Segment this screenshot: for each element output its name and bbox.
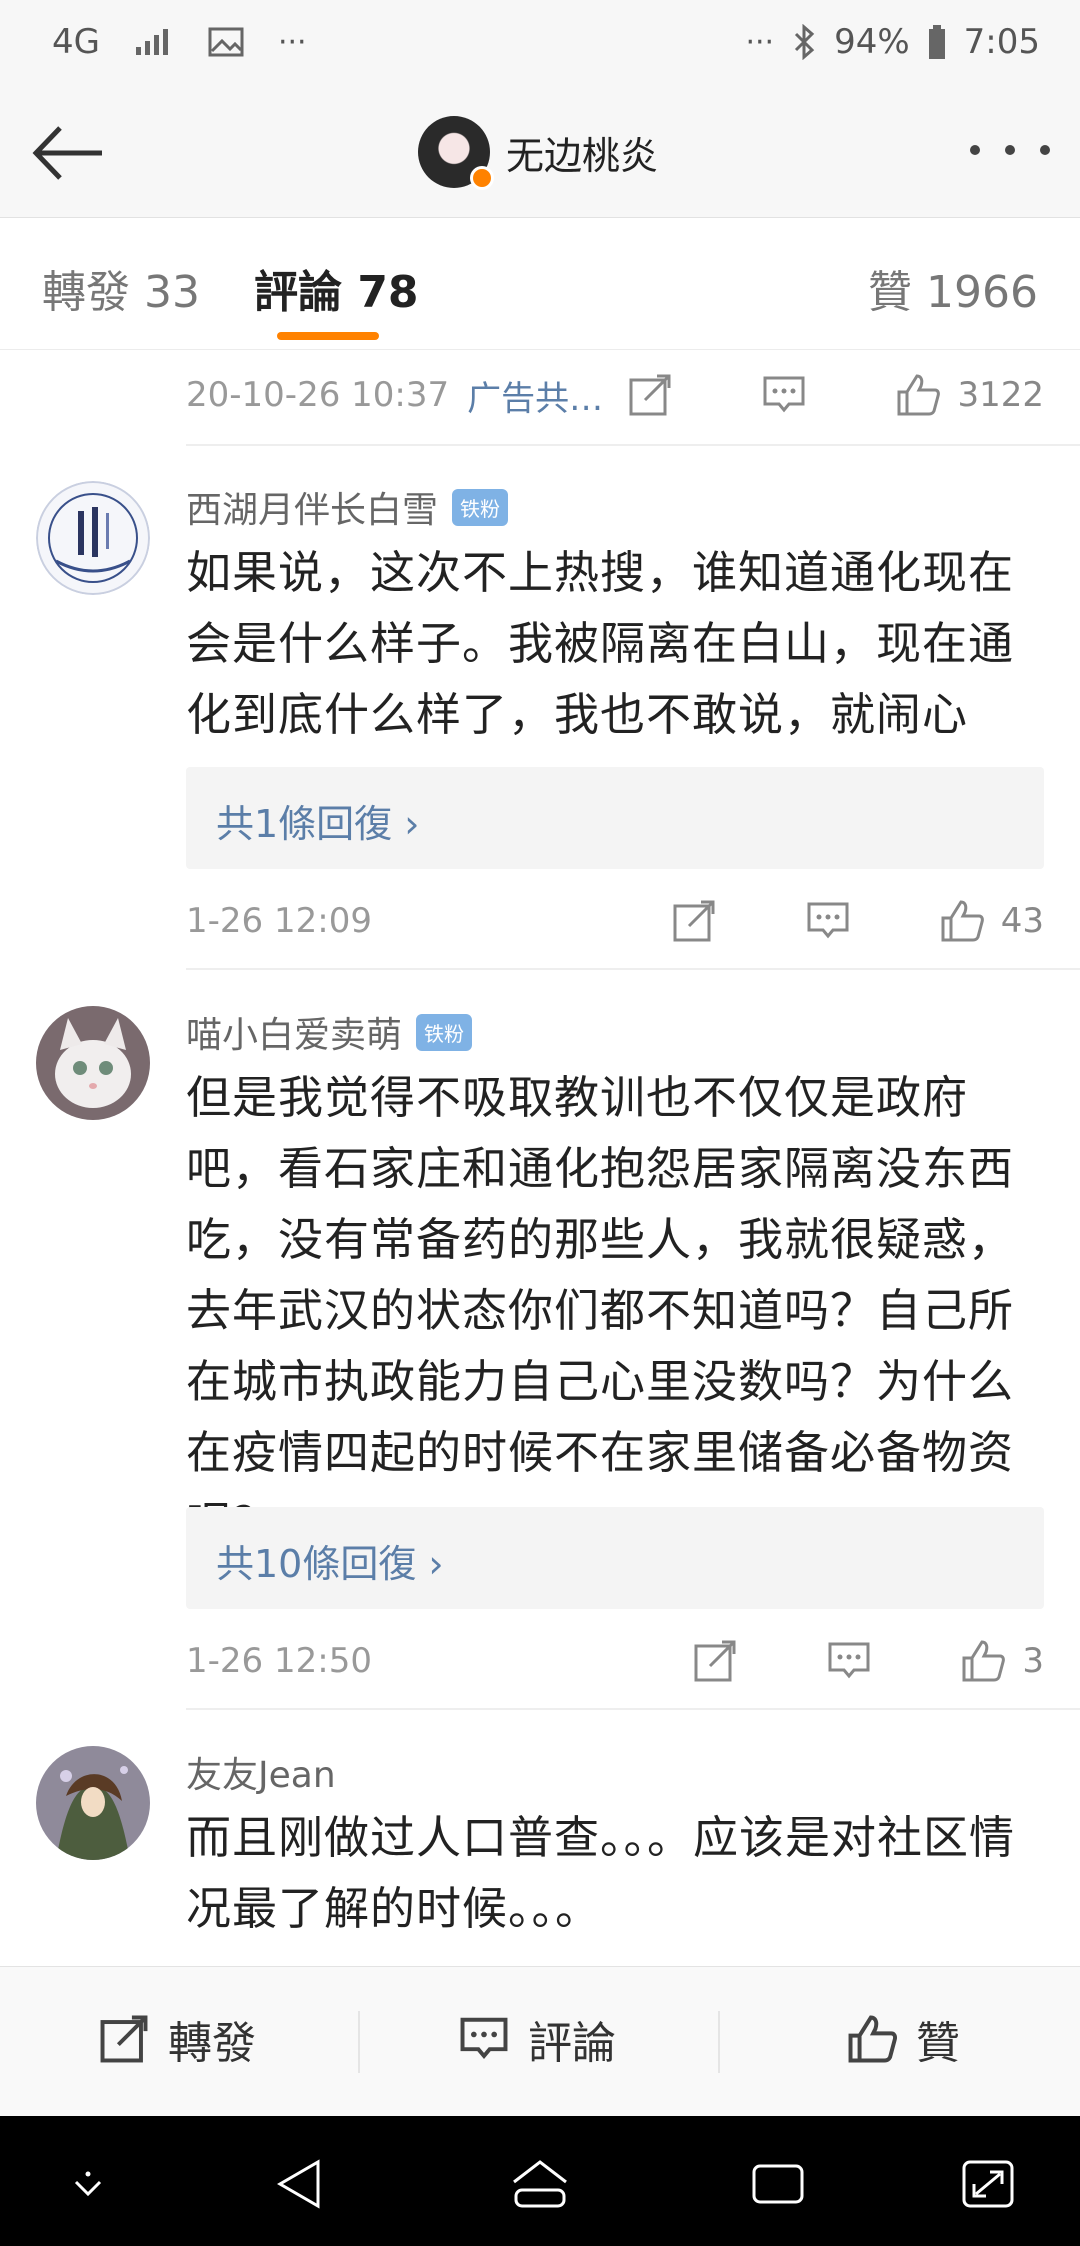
comment-actions: 1-26 12:50 3 — [186, 1631, 1044, 1691]
home-icon[interactable] — [510, 2156, 570, 2212]
status-bar: 4G ··· ··· 94% 7:05 — [0, 0, 1080, 90]
post-like-count: 3122 — [957, 375, 1044, 415]
comment-like-count: 43 — [1000, 901, 1044, 941]
comment-header: 喵小白爱卖萌 铁粉 — [186, 1006, 473, 1058]
replies-label[interactable]: 共10條回復 › — [216, 1533, 444, 1588]
header-username[interactable]: 无边桃炎 — [506, 125, 658, 180]
post-meta-row: 20-10-26 10:37 广告共… 3122 — [186, 365, 1044, 425]
like-icon[interactable] — [939, 898, 985, 944]
post-source-link[interactable]: 广告共… — [467, 371, 603, 420]
comment-text: 而且刚做过人口普查。。。应该是对社区情况最了解的时候。。。 — [186, 1811, 1016, 1935]
forward-label: 轉發 — [168, 2018, 256, 2069]
comment-actions: 1-26 12:09 43 — [186, 891, 1044, 951]
commenter-name[interactable]: 西湖月伴长白雪 — [186, 481, 438, 533]
commenter-name[interactable]: 友友Jean — [186, 1746, 336, 1798]
divider — [186, 444, 1080, 446]
top-nav-bar: 无边桃炎 — [0, 90, 1080, 218]
tab-comments[interactable]: 評論 78 — [254, 256, 419, 320]
tab-forwards[interactable]: 轉發 33 — [42, 256, 200, 320]
more-dot-icon — [1005, 145, 1015, 155]
more-dot-icon — [970, 145, 980, 155]
bluetooth-icon — [795, 24, 815, 60]
bottom-action-bar: 轉發 評論 贊 — [0, 1966, 1080, 2116]
comment-like-count: 3 — [1022, 1641, 1044, 1681]
comment-text: 但是我觉得不吸取教训也不仅仅是政府吧，看石家庄和通化抱怨居家隔离没东西吃，没有常… — [186, 1071, 1015, 1550]
back-arrow-icon — [32, 126, 102, 180]
comment-feed[interactable]: 20-10-26 10:37 广告共… 3122 西湖月伴长白雪 铁粉 如果说，… — [0, 351, 1080, 1966]
comment-button[interactable]: 評論 — [458, 2007, 616, 2071]
comment-header: 友友Jean — [186, 1746, 336, 1798]
like-icon[interactable] — [960, 1638, 1006, 1684]
commenter-avatar[interactable] — [36, 481, 150, 595]
image-icon — [208, 27, 244, 57]
active-tab-indicator — [277, 332, 379, 340]
tab-likes[interactable]: 贊 1966 — [868, 256, 1038, 320]
expand-icon[interactable] — [958, 2156, 1018, 2212]
status-dots-left: ··· — [277, 24, 307, 60]
forward-button[interactable]: 轉發 — [98, 2007, 256, 2071]
fan-badge: 铁粉 — [416, 1013, 473, 1051]
status-dots-right: ··· — [745, 24, 775, 60]
commenter-name[interactable]: 喵小白爱卖萌 — [186, 1006, 402, 1058]
like-icon[interactable] — [895, 372, 941, 418]
divider — [186, 968, 1080, 970]
signal-icon — [135, 29, 168, 55]
battery-percent: 94% — [834, 22, 910, 62]
like-label: 贊 — [916, 2018, 960, 2069]
verified-badge-icon — [470, 166, 494, 190]
comment-icon — [460, 2017, 508, 2060]
share-icon[interactable] — [627, 372, 673, 418]
fan-badge: 铁粉 — [452, 488, 509, 526]
post-time: 20-10-26 10:37 — [186, 375, 450, 415]
share-icon[interactable] — [692, 1638, 738, 1684]
share-icon[interactable] — [671, 898, 717, 944]
commenter-avatar[interactable] — [36, 1006, 150, 1120]
battery-icon — [928, 25, 945, 59]
system-nav-bar — [0, 2116, 1080, 2246]
comment-header: 西湖月伴长白雪 铁粉 — [186, 481, 509, 533]
comment-time: 1-26 12:09 — [186, 901, 372, 941]
back-triangle-icon[interactable] — [272, 2156, 332, 2212]
replies-link[interactable]: 共10條回復 › — [186, 1507, 1044, 1609]
chevron-down-icon[interactable] — [58, 2156, 118, 2212]
comment-icon[interactable] — [761, 372, 807, 418]
like-button[interactable]: 贊 — [846, 2007, 960, 2071]
comment-text: 如果说，这次不上热搜，谁知道通化现在会是什么样子。我被隔离在白山，现在通化到底什… — [186, 546, 1015, 741]
more-dot-icon — [1040, 145, 1050, 155]
share-icon — [100, 2015, 148, 2063]
separator — [718, 2011, 720, 2073]
header-avatar[interactable] — [418, 116, 494, 190]
recents-icon[interactable] — [748, 2156, 808, 2212]
like-icon — [848, 2015, 898, 2063]
back-button[interactable] — [28, 118, 108, 188]
separator — [358, 2011, 360, 2073]
comment-time: 1-26 12:50 — [186, 1641, 372, 1681]
more-options-button[interactable] — [970, 130, 1050, 170]
clock: 7:05 — [963, 22, 1040, 62]
tab-bar: 轉發 33 評論 78 贊 1966 — [0, 218, 1080, 350]
replies-link[interactable]: 共1條回復 › — [186, 767, 1044, 869]
comment-label: 評論 — [528, 2018, 616, 2069]
header-user[interactable]: 无边桃炎 — [418, 116, 658, 190]
replies-label[interactable]: 共1條回復 › — [216, 793, 419, 848]
divider — [186, 1708, 1080, 1710]
comment-icon[interactable] — [826, 1638, 872, 1684]
commenter-avatar[interactable] — [36, 1746, 150, 1860]
network-type: 4G — [52, 22, 100, 62]
comment-icon[interactable] — [805, 898, 851, 944]
